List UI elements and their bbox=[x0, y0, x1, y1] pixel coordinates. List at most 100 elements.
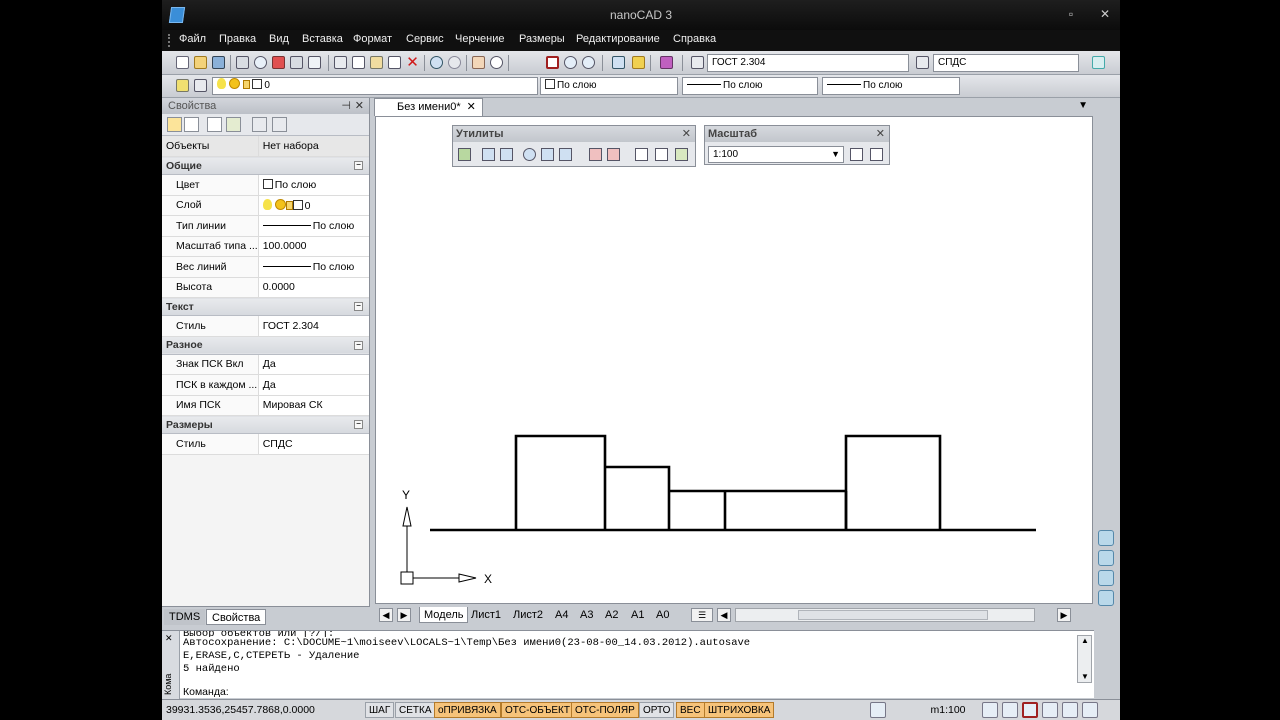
text-style-icon[interactable] bbox=[689, 54, 706, 71]
zoom-status-icon[interactable] bbox=[1002, 702, 1018, 718]
plot-icon[interactable] bbox=[288, 54, 305, 71]
category-text[interactable]: Текст − bbox=[162, 297, 369, 316]
category-general[interactable]: Общие − bbox=[162, 156, 369, 175]
scroll-up-icon[interactable]: ▲ bbox=[1081, 636, 1089, 645]
utility-icon[interactable] bbox=[605, 146, 622, 163]
save-icon[interactable] bbox=[210, 54, 227, 71]
prop-row[interactable]: Тип линии По слою bbox=[162, 215, 369, 237]
annotation-scale[interactable]: m1:100 bbox=[914, 702, 982, 718]
zoom-window-icon[interactable] bbox=[544, 54, 561, 71]
zoom-extents-status-icon[interactable] bbox=[1042, 702, 1058, 718]
pan-status-icon[interactable] bbox=[982, 702, 998, 718]
menu-file[interactable]: Файл bbox=[179, 33, 206, 45]
menu-tools[interactable]: Сервис bbox=[406, 33, 444, 45]
walk-icon[interactable] bbox=[1098, 590, 1114, 606]
orbit-icon[interactable] bbox=[1098, 570, 1114, 586]
scrollbar-thumb[interactable] bbox=[798, 610, 988, 620]
filter-icon[interactable] bbox=[226, 117, 241, 132]
tab-a3[interactable]: A3 bbox=[580, 607, 593, 623]
dim-style-select[interactable]: СПДС bbox=[933, 54, 1079, 72]
prop-row[interactable]: Слой 0 bbox=[162, 195, 369, 216]
prop-row[interactable]: Вес линий По слою bbox=[162, 256, 369, 278]
utility-icon[interactable] bbox=[653, 146, 670, 163]
collapse-icon[interactable]: − bbox=[354, 161, 363, 170]
prop-row[interactable]: Имя ПСК Мировая СК bbox=[162, 395, 369, 416]
prop-row[interactable]: Цвет По слою bbox=[162, 174, 369, 196]
lineweight-select[interactable]: По слою bbox=[822, 77, 960, 95]
pickadd-icon[interactable] bbox=[184, 117, 199, 132]
utility-icon[interactable] bbox=[456, 146, 473, 163]
undo-icon[interactable] bbox=[428, 54, 445, 71]
utility-icon[interactable] bbox=[673, 146, 690, 163]
objects-value[interactable]: Нет набора bbox=[258, 136, 369, 157]
scale-edit-icon[interactable] bbox=[868, 146, 885, 163]
prop-row[interactable]: Стиль ГОСТ 2.304 bbox=[162, 315, 369, 337]
redo-icon[interactable] bbox=[446, 54, 463, 71]
scroll-down-icon[interactable]: ▼ bbox=[1081, 672, 1089, 681]
tab-sheet1[interactable]: Лист1 bbox=[471, 607, 501, 623]
scroll-left-icon[interactable]: ◀ bbox=[717, 608, 731, 622]
menu-view[interactable]: Вид bbox=[269, 33, 289, 45]
tab-model[interactable]: Модель bbox=[419, 607, 469, 623]
layer-manager-icon[interactable] bbox=[174, 77, 191, 94]
utility-icon[interactable] bbox=[587, 146, 604, 163]
linetype-select[interactable]: По слою bbox=[682, 77, 818, 95]
copy-icon[interactable] bbox=[350, 54, 367, 71]
pan-icon[interactable] bbox=[470, 54, 487, 71]
print-icon[interactable] bbox=[234, 54, 251, 71]
fullscreen-icon[interactable] bbox=[1082, 702, 1098, 718]
otrack-toggle[interactable]: ОТС-ОБЪЕКТ bbox=[501, 702, 574, 718]
snap-toggle[interactable]: ШАГ bbox=[365, 702, 395, 718]
zoom-window-status-icon[interactable] bbox=[1022, 702, 1038, 718]
pin-icon[interactable]: ⊣ bbox=[341, 98, 351, 114]
osnap-toggle[interactable]: оПРИВЯЗКА bbox=[434, 702, 501, 718]
scale-select[interactable]: 1:100 ▼ bbox=[708, 146, 844, 163]
match-properties-icon[interactable] bbox=[386, 54, 403, 71]
menu-help[interactable]: Справка bbox=[673, 33, 716, 45]
eraser-icon[interactable] bbox=[658, 54, 675, 71]
dim-style-icon[interactable] bbox=[914, 54, 931, 71]
document-tab[interactable]: Без имени0* ✕ bbox=[374, 98, 483, 116]
navigation-icon[interactable] bbox=[1098, 550, 1114, 566]
prop-row[interactable]: Масштаб типа ... 100.0000 bbox=[162, 236, 369, 257]
horizontal-scrollbar[interactable] bbox=[735, 608, 1035, 622]
command-prompt[interactable]: Команда: bbox=[183, 686, 229, 698]
menu-modify[interactable]: Редактирование bbox=[576, 33, 660, 45]
utility-icon[interactable] bbox=[521, 146, 538, 163]
text-style-select[interactable]: ГОСТ 2.304 bbox=[707, 54, 909, 72]
drawing-canvas[interactable]: Y X Утилиты ✕ Масштаб ✕ 1:100 ▼ bbox=[375, 116, 1093, 604]
layout-list-icon[interactable]: ☰ bbox=[691, 608, 713, 622]
hatch-toggle[interactable]: ШТРИХОВКА bbox=[704, 702, 775, 718]
tab-a0[interactable]: A0 bbox=[656, 607, 669, 623]
ortho-toggle[interactable]: ОРТО bbox=[639, 702, 675, 718]
prop-row[interactable]: Знак ПСК Вкл Да bbox=[162, 354, 369, 375]
tab-list-icon[interactable]: ▼ bbox=[1078, 100, 1088, 111]
tab-a2[interactable]: A2 bbox=[605, 607, 618, 623]
command-scrollbar[interactable]: ▲ ▼ bbox=[1077, 635, 1092, 683]
color-select[interactable]: По слою bbox=[540, 77, 678, 95]
category-misc[interactable]: Разное − bbox=[162, 336, 369, 355]
zoom-extents-icon[interactable] bbox=[562, 54, 579, 71]
prop-row[interactable]: Стиль СПДС bbox=[162, 433, 369, 455]
collapse-icon[interactable]: − bbox=[354, 302, 363, 311]
maximize-button[interactable]: ▫ bbox=[1062, 6, 1080, 22]
tab-tdms[interactable]: TDMS bbox=[164, 609, 206, 625]
scale-add-icon[interactable] bbox=[848, 146, 865, 163]
lineweight-toggle[interactable]: ВЕС bbox=[676, 702, 705, 718]
utility-icon[interactable] bbox=[557, 146, 574, 163]
open-file-icon[interactable] bbox=[192, 54, 209, 71]
prop-row[interactable]: ПСК в каждом ... Да bbox=[162, 374, 369, 396]
export-props-icon[interactable] bbox=[252, 117, 267, 132]
export-icon[interactable] bbox=[306, 54, 323, 71]
close-panel-icon[interactable]: ✕ bbox=[355, 98, 364, 114]
close-command-icon[interactable]: ✕ bbox=[165, 633, 173, 644]
close-document-icon[interactable]: ✕ bbox=[467, 101, 476, 113]
menu-dimensions[interactable]: Размеры bbox=[519, 33, 565, 45]
menu-draw[interactable]: Черчение bbox=[455, 33, 505, 45]
close-button[interactable]: ✕ bbox=[1096, 6, 1114, 22]
utility-icon[interactable] bbox=[539, 146, 556, 163]
tab-a4[interactable]: A4 bbox=[555, 607, 568, 623]
chevron-down-icon[interactable]: ▼ bbox=[831, 147, 840, 162]
delete-icon[interactable]: ✕ bbox=[404, 54, 421, 71]
panel-toggle-icon[interactable] bbox=[1090, 54, 1107, 71]
